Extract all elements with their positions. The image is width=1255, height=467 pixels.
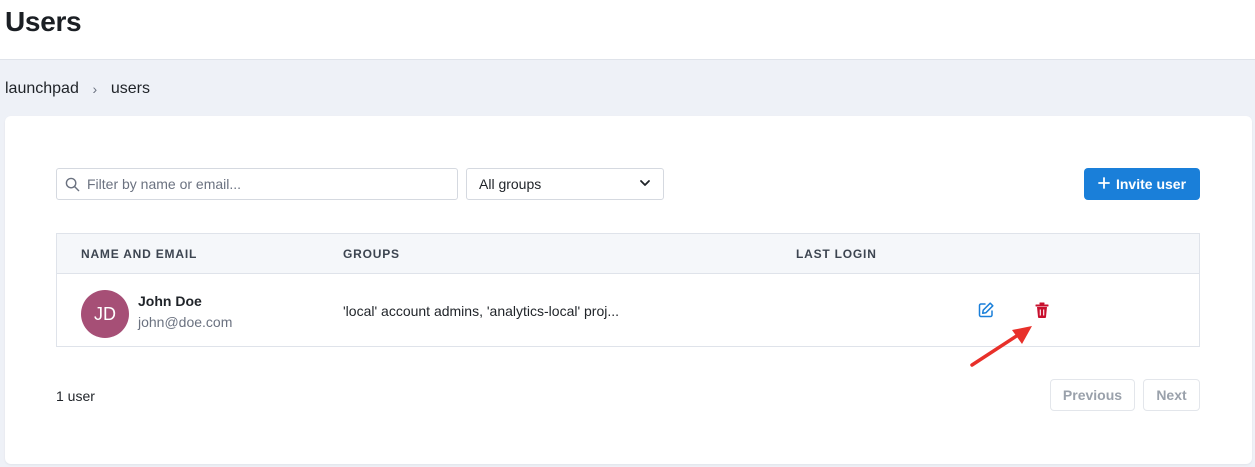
top-bar: Users [0, 0, 1255, 60]
invite-user-label: Invite user [1115, 176, 1187, 192]
trash-icon[interactable] [1033, 301, 1051, 319]
breadcrumb-item-users: users [110, 80, 150, 97]
plus-icon [1098, 176, 1110, 192]
search-icon [57, 169, 87, 199]
column-header-name-email[interactable]: NAME AND EMAIL [81, 247, 197, 261]
avatar: JD [81, 290, 129, 338]
user-email: john@doe.com [138, 314, 233, 330]
previous-button[interactable]: Previous [1050, 379, 1135, 411]
page-title: Users [5, 6, 82, 37]
next-button[interactable]: Next [1143, 379, 1200, 411]
invite-user-button[interactable]: Invite user [1084, 168, 1200, 200]
users-card: All groups Invite user NAME AND EMAIL GR… [5, 116, 1252, 464]
table-header: NAME AND EMAIL GROUPS LAST LOGIN [57, 234, 1199, 274]
search-input[interactable] [87, 176, 447, 192]
column-header-groups[interactable]: GROUPS [343, 247, 400, 261]
group-select[interactable]: All groups [466, 168, 664, 200]
breadcrumb-item-launchpad[interactable]: launchpad [5, 80, 79, 98]
search-box[interactable] [56, 168, 458, 200]
edit-icon[interactable] [977, 301, 995, 319]
user-count: 1 user [56, 388, 95, 404]
annotation-arrow [970, 326, 1032, 367]
user-name: John Doe [138, 293, 202, 309]
group-select-value: All groups [479, 176, 542, 192]
column-header-last-login[interactable]: LAST LOGIN [796, 247, 877, 261]
user-groups: 'local' account admins, 'analytics-local… [343, 303, 620, 319]
chevron-down-icon [639, 176, 651, 192]
breadcrumb: launchpad › users [5, 79, 150, 99]
breadcrumb-separator: › [92, 81, 98, 97]
